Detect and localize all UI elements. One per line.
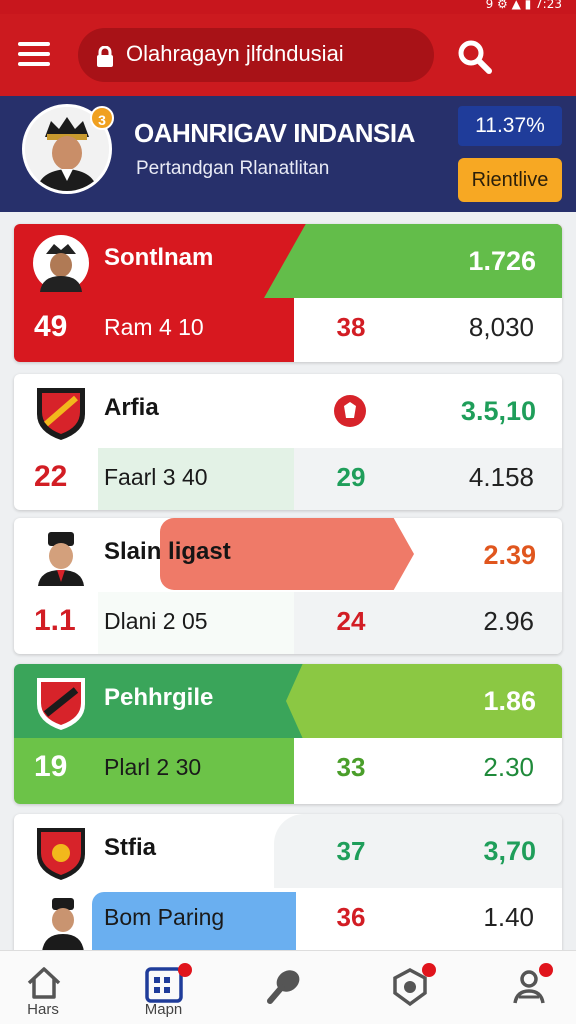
status-bar: 9 ⚙ ▲ ▮ 7:23 — [0, 0, 576, 14]
odds-value: 1.726 — [468, 246, 536, 276]
team-name: Stfia — [104, 834, 157, 861]
score-value: 29 — [336, 462, 366, 492]
nav-home[interactable]: Hars — [0, 951, 115, 1024]
total-value: 1.40 — [483, 902, 534, 932]
team-crest-icon — [37, 388, 85, 440]
total-value: 2.30 — [483, 752, 534, 782]
team-card[interactable]: Arfia 3.5,10 22 Faarl 3 40 29 4.158 — [14, 374, 562, 510]
team-card[interactable]: Pehhrgile 1.86 19 Plarl 2 30 33 2.30 — [14, 664, 562, 804]
rank-value: 22 — [34, 460, 68, 493]
team-player-icon — [38, 532, 84, 586]
total-value: 8,030 — [468, 312, 534, 342]
lock-icon — [97, 46, 113, 67]
notification-badge: 3 — [90, 106, 114, 130]
odds-value: 3.5,10 — [460, 396, 536, 426]
score-value: 36 — [336, 902, 366, 932]
rank-value: 1.1 — [34, 604, 76, 637]
match-info: Dlani 2 05 — [104, 608, 208, 634]
nav-shield[interactable] — [346, 951, 461, 1024]
menu-icon[interactable] — [18, 40, 52, 70]
bottom-navigation: Hars Mapn — [0, 950, 576, 1024]
team-stats-row: 22 Faarl 3 40 29 4.158 — [14, 448, 562, 510]
live-button[interactable]: Rientlive — [458, 158, 562, 202]
notification-dot — [422, 963, 436, 977]
nav-whistle[interactable] — [230, 951, 345, 1024]
team-card[interactable]: Slain ligast 2.39 1.1 Dlani 2 05 24 2.96 — [14, 518, 562, 654]
match-info: Bom Paring — [104, 904, 225, 930]
profile-header: 3 OAHNRIGAV INDANSIA Pertandgan Rlanatli… — [0, 96, 576, 212]
team-logo-icon — [33, 235, 89, 292]
player-avatar-icon — [42, 898, 84, 952]
team-header-row: Slain ligast 2.39 — [14, 518, 562, 592]
percentage-badge: 11.37% — [458, 106, 562, 146]
notification-dot — [539, 963, 553, 977]
team-stats-row: 49 Ram 4 10 38 8,030 — [14, 298, 562, 362]
match-info: Plarl 2 30 — [104, 754, 202, 780]
team-stats-row: 19 Plarl 2 30 33 2.30 — [14, 738, 562, 804]
team-name: Sontlnam — [104, 244, 214, 271]
match-info: Ram 4 10 — [104, 314, 204, 340]
score-value: 33 — [336, 752, 366, 782]
search-text: Olahragayn jlfdndusiai — [126, 41, 344, 66]
odds-value: 1.86 — [483, 686, 536, 716]
team-card[interactable]: Sontlnam 1.726 49 Ram 4 10 38 8,030 — [14, 224, 562, 362]
home-icon — [27, 967, 61, 999]
page-title: OAHNRIGAV INDANSIA — [134, 118, 415, 148]
total-value: 4.158 — [468, 462, 534, 492]
whistle-icon — [267, 970, 300, 1004]
team-stats-row: Bom Paring 36 1.40 — [14, 888, 562, 954]
team-name: Pehhrgile — [104, 684, 214, 711]
search-icon[interactable] — [456, 38, 494, 76]
nav-profile[interactable] — [461, 951, 576, 1024]
team-header-row: Stfia 37 3,70 — [14, 814, 562, 888]
odds-value: 2.39 — [483, 540, 536, 570]
score-value: 38 — [336, 312, 366, 342]
app-bar: Olahragayn jlfdndusiai — [0, 14, 576, 96]
team-stats-row: 1.1 Dlani 2 05 24 2.96 — [14, 592, 562, 654]
nav-label: Mapn — [144, 1001, 183, 1018]
total-value: 2.96 — [483, 606, 534, 636]
rank-value: 19 — [34, 750, 68, 783]
nav-label: Hars — [27, 1001, 59, 1018]
shield-icon — [334, 395, 366, 427]
team-header-row: Pehhrgile 1.86 — [14, 664, 562, 738]
team-crest-icon — [37, 828, 85, 880]
nav-schedule[interactable]: Mapn — [106, 951, 221, 1024]
page-subtitle: Pertandgan Rlanatlitan — [136, 158, 330, 179]
team-header-row: Sontlnam 1.726 — [14, 224, 562, 298]
notification-dot — [178, 963, 192, 977]
status-text: 9 ⚙ ▲ ▮ 7:23 — [485, 0, 562, 11]
match-info: Faarl 3 40 — [104, 464, 208, 490]
team-card[interactable]: Stfia 37 3,70 Bom Paring 36 1.40 — [14, 814, 562, 964]
team-header-row: Arfia 3.5,10 — [14, 374, 562, 448]
team-crest-icon — [37, 678, 85, 730]
score-value: 37 — [336, 836, 366, 866]
search-field[interactable]: Olahragayn jlfdndusiai — [78, 28, 434, 82]
odds-value: 3,70 — [483, 836, 536, 866]
rank-value: 49 — [34, 310, 68, 343]
team-name: Slain ligast — [104, 538, 231, 565]
score-value: 24 — [336, 606, 366, 636]
team-name: Arfia — [104, 394, 159, 421]
